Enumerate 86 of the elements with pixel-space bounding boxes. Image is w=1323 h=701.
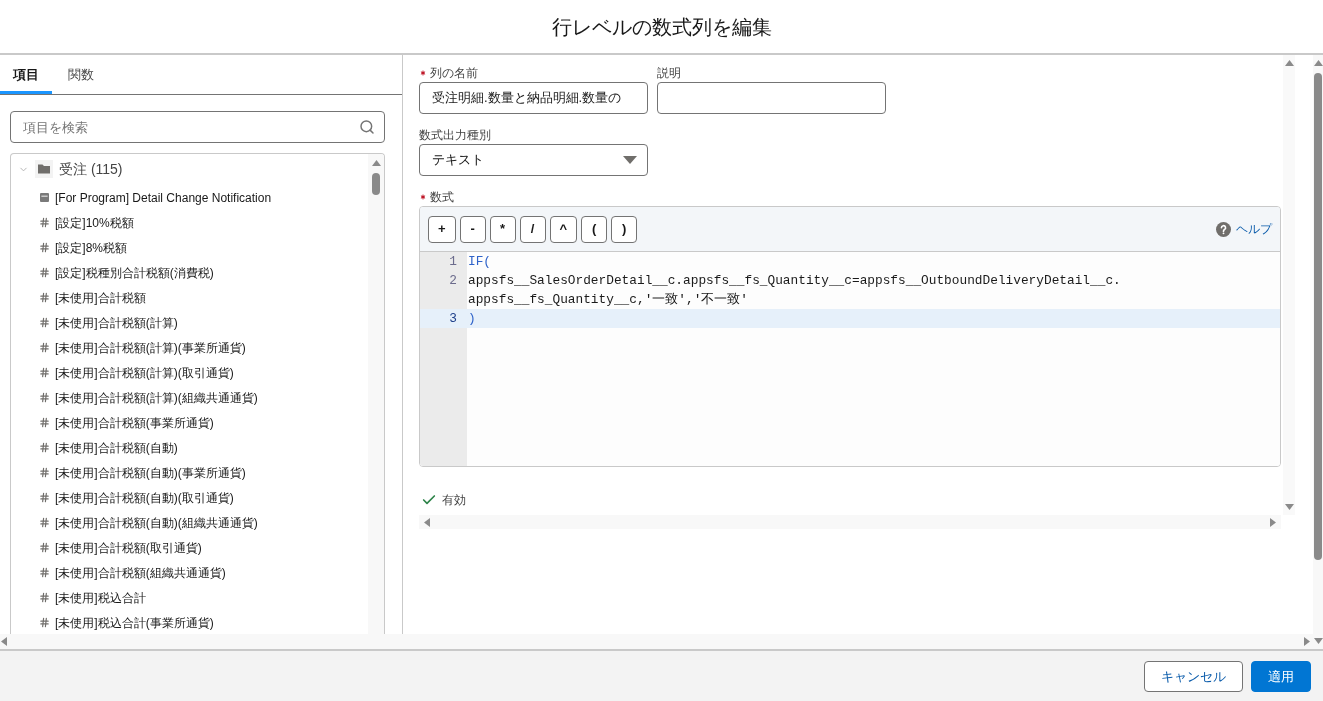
search-icon[interactable] xyxy=(359,119,375,135)
operator-button[interactable]: - xyxy=(459,215,486,243)
hash-icon xyxy=(39,392,50,403)
scrollbar-thumb[interactable] xyxy=(372,173,380,195)
line-number: 1 xyxy=(449,254,457,269)
vertical-scrollbar[interactable] xyxy=(1313,55,1323,649)
field-item[interactable]: [未使用]合計税額(自動)(組織共通通貨) xyxy=(11,510,368,535)
hash-icon xyxy=(39,517,50,528)
output-type-select[interactable]: テキスト xyxy=(419,144,648,176)
scroll-right-icon[interactable] xyxy=(1270,517,1276,527)
field-item[interactable]: [設定]税種別合計税額(消費税) xyxy=(11,260,368,285)
scroll-up-icon[interactable] xyxy=(1313,60,1323,66)
field-item[interactable]: [未使用]合計税額(計算) xyxy=(11,310,368,335)
vertical-scrollbar[interactable] xyxy=(1283,55,1295,515)
scroll-right-icon[interactable] xyxy=(1304,637,1310,646)
operator-button[interactable]: + xyxy=(428,215,456,243)
description-field[interactable] xyxy=(657,82,886,114)
field-label: 説明 xyxy=(657,66,681,80)
operator-button[interactable]: * xyxy=(489,215,516,243)
hash-icon xyxy=(39,592,50,603)
cancel-button[interactable]: キャンセル xyxy=(1144,661,1243,692)
field-item[interactable]: [未使用]合計税額(取引通貨) xyxy=(11,535,368,560)
hash-icon xyxy=(39,542,50,553)
line-number: 2 xyxy=(449,273,457,288)
calendar-icon xyxy=(40,193,49,202)
column-name-field[interactable]: 受注明細.数量と納品明細.数量の xyxy=(419,82,648,114)
operator-button[interactable]: ) xyxy=(611,215,638,243)
hash-icon xyxy=(39,217,50,228)
field-item[interactable]: [未使用]合計税額(組織共通通貨) xyxy=(11,560,368,585)
validation-status: 有効 xyxy=(442,492,466,509)
field-item[interactable]: [未使用]合計税額(自動)(取引通貨) xyxy=(11,485,368,510)
folder-icon xyxy=(35,160,53,178)
field-item[interactable]: [設定]8%税額 xyxy=(11,235,368,260)
field-label: 数式 xyxy=(430,190,454,204)
hash-icon xyxy=(39,242,50,253)
apply-button[interactable]: 適用 xyxy=(1251,661,1311,692)
tab[interactable]: 項目 xyxy=(0,55,52,94)
hash-icon xyxy=(39,467,50,478)
line-number: 3 xyxy=(449,311,457,326)
hash-icon xyxy=(39,442,50,453)
operator-button[interactable]: ^ xyxy=(549,215,578,243)
dialog-title: 行レベルの数式列を編集 xyxy=(551,14,772,40)
tree-group[interactable]: 受注 (115) xyxy=(11,154,368,183)
scroll-down-icon[interactable] xyxy=(1284,504,1294,510)
search-field[interactable]: 項目を検索 xyxy=(10,111,385,143)
code-text: ) xyxy=(468,311,476,326)
operator-button[interactable]: / xyxy=(519,215,546,243)
operator-button[interactable]: ( xyxy=(581,215,608,243)
hash-icon xyxy=(39,317,50,328)
code-text: appsfs__SalesOrderDetail__c.appsfs__fs_Quantity__c=appsfs__OutboundDeliveryDetail__c.appsfs__fs_Quantity__c,'一致','不一致' xyxy=(468,273,1121,307)
scrollbar-thumb[interactable] xyxy=(1314,73,1322,560)
hash-icon xyxy=(39,617,50,628)
hash-icon xyxy=(39,267,50,278)
field-item[interactable]: [未使用]合計税額(計算)(事業所通貨) xyxy=(11,335,368,360)
formula-editor[interactable]: + - * / ^ ( ) ヘルプ 1 IF( 2 appsfs__SalesOrderDetail__c.appsfs__fs_Quantity__c=appsfs__OutboundDeliveryDetail__c.appsfs__fs_Quantity__c,'一致','不一致' 3 ) xyxy=(419,206,1281,467)
field-item[interactable]: [未使用]税込合計 xyxy=(11,585,368,610)
hash-icon xyxy=(39,417,50,428)
code-text: IF( xyxy=(468,254,492,269)
hash-icon xyxy=(39,492,50,503)
field-label: 列の名前 xyxy=(430,66,478,80)
vertical-scrollbar[interactable] xyxy=(368,154,384,634)
field-item[interactable]: [未使用]合計税額(計算)(取引通貨) xyxy=(11,360,368,385)
field-item[interactable]: [設定]10%税額 xyxy=(11,210,368,235)
scroll-down-icon[interactable] xyxy=(1313,638,1323,644)
field-item[interactable]: [For Program] Detail Change Notification xyxy=(11,185,368,210)
scroll-left-icon[interactable] xyxy=(1,637,7,646)
field-item[interactable]: [未使用]合計税額(自動) xyxy=(11,435,368,460)
tab[interactable]: 関数 xyxy=(52,55,107,94)
field-item[interactable]: [未使用]合計税額(事業所通貨) xyxy=(11,410,368,435)
field-label: 数式出力種別 xyxy=(419,128,491,142)
field-item[interactable]: [未使用]合計税額(自動)(事業所通貨) xyxy=(11,460,368,485)
field-item[interactable]: [未使用]合計税額 xyxy=(11,285,368,310)
help-icon xyxy=(1216,221,1231,237)
scroll-up-icon[interactable] xyxy=(1284,60,1294,66)
hash-icon xyxy=(39,567,50,578)
scroll-up-icon[interactable] xyxy=(371,160,381,166)
field-item[interactable]: [未使用]合計税額(計算)(組織共通通貨) xyxy=(11,385,368,410)
horizontal-scrollbar[interactable] xyxy=(419,515,1281,529)
hash-icon xyxy=(39,292,50,303)
horizontal-scrollbar[interactable] xyxy=(0,634,1313,649)
hash-icon xyxy=(39,342,50,353)
field-item[interactable]: [未使用]税込合計(事業所通貨) xyxy=(11,610,368,634)
scroll-left-icon[interactable] xyxy=(424,517,430,527)
hash-icon xyxy=(39,367,50,378)
help-link[interactable]: ヘルプ xyxy=(1236,220,1272,238)
caret-down-icon[interactable] xyxy=(623,156,637,164)
